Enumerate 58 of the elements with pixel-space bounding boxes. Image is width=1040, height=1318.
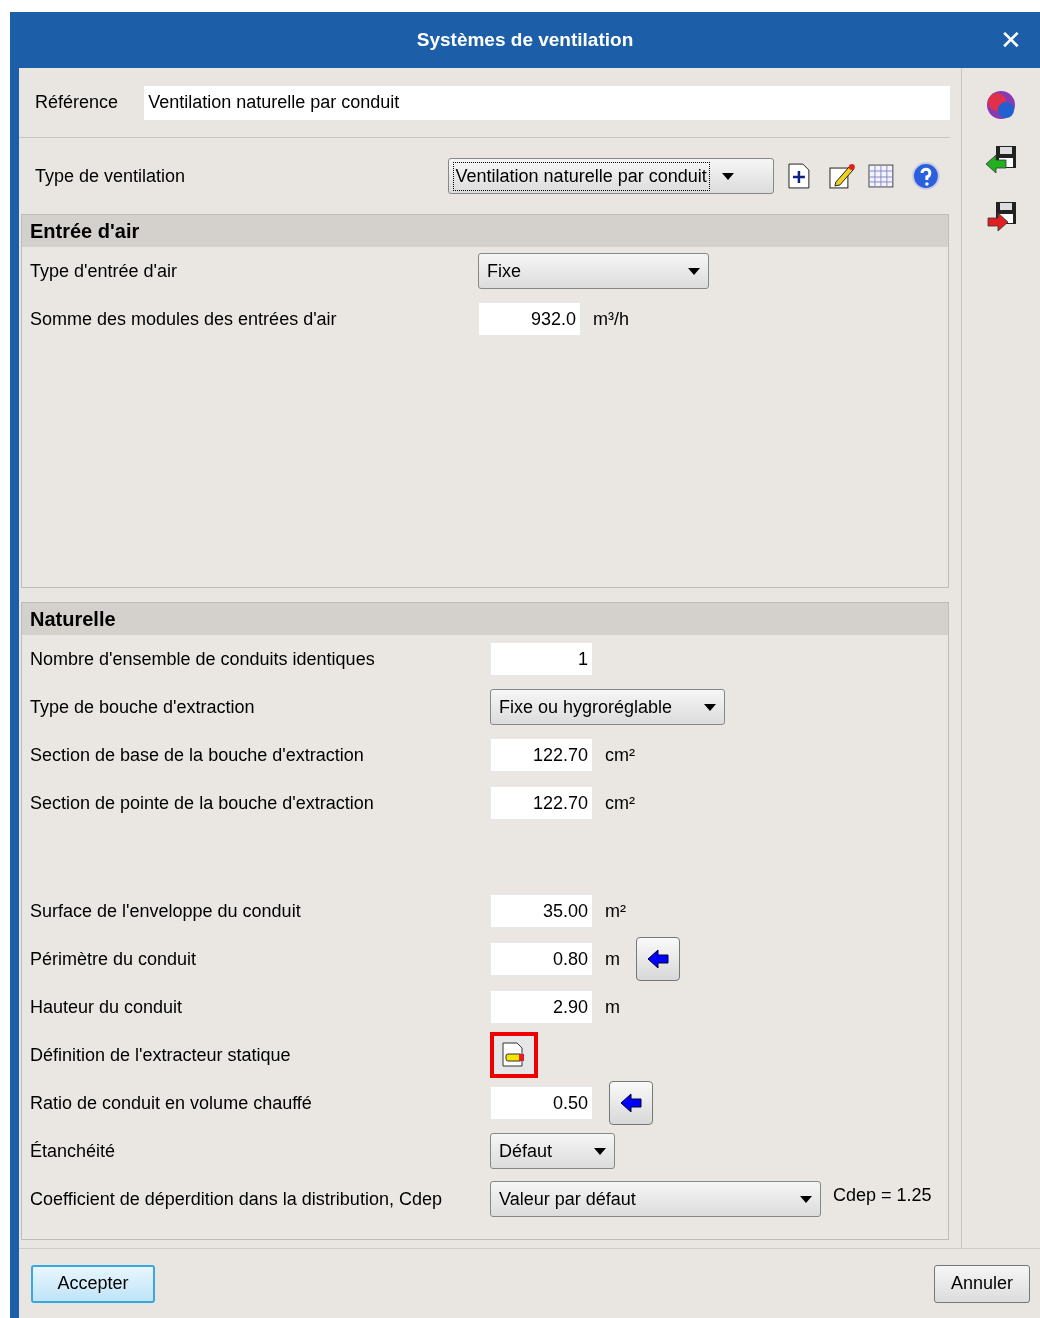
field-label: Étanchéité [30, 1139, 117, 1163]
field-label: Référence [35, 91, 120, 114]
unit-label: m [605, 947, 620, 971]
number-field[interactable]: 0.80 [490, 942, 593, 976]
field-label: Ratio de conduit en volume chauffé [30, 1091, 313, 1115]
section-header: Naturelle [22, 603, 948, 635]
caret-icon [704, 703, 716, 711]
arrow-left-icon [619, 1091, 643, 1115]
dropdown[interactable]: Ventilation naturelle par conduit [447, 158, 774, 194]
export-icon[interactable] [984, 200, 1018, 234]
number-field[interactable]: 2.90 [490, 990, 593, 1024]
unit-label: m [605, 995, 620, 1019]
arrow-button[interactable] [609, 1081, 653, 1125]
dropdown[interactable]: Valeur par défaut [490, 1181, 821, 1217]
field-label: Nombre d'ensemble de conduits identiques [30, 647, 376, 671]
table-icon[interactable] [867, 162, 896, 190]
field-label: Périmètre du conduit [30, 947, 198, 971]
unit-label: cm² [605, 743, 635, 767]
dialog-button[interactable]: Accepter [31, 1264, 155, 1303]
field-label: Section de base de la bouche d'extraction [30, 743, 365, 767]
extractor-button[interactable] [490, 1032, 538, 1078]
number-field[interactable]: 1 [490, 642, 593, 676]
dropdown[interactable]: Fixe ou hygroréglable [490, 689, 725, 725]
unit-label: m³/h [593, 307, 629, 331]
number-field[interactable]: 932.0 [478, 302, 581, 336]
help-icon[interactable] [911, 161, 941, 191]
caret-icon [688, 267, 700, 275]
field-label: Surface de l'enveloppe du conduit [30, 899, 302, 923]
field-label: Type de bouche d'extraction [30, 695, 256, 719]
field-label: Somme des modules des entrées d'air [30, 307, 338, 331]
number-field[interactable]: 122.70 [490, 738, 593, 772]
caret-icon [721, 172, 734, 180]
caret-icon [594, 1147, 606, 1155]
field-label: Type de ventilation [35, 164, 187, 188]
caret-icon [800, 1195, 812, 1203]
field-label: Définition de l'extracteur statique [30, 1043, 292, 1067]
edit-icon[interactable] [827, 162, 856, 190]
number-field[interactable]: 122.70 [490, 786, 593, 820]
number-field[interactable]: 35.00 [490, 894, 593, 928]
dropdown[interactable]: Défaut [490, 1133, 615, 1169]
dropdown[interactable]: Fixe [478, 253, 709, 289]
section-header: Entrée d'air [22, 215, 948, 247]
dialog-button[interactable]: Annuler [933, 1264, 1030, 1303]
arrow-button[interactable] [636, 937, 680, 981]
close-button[interactable]: ✕ [1000, 20, 1022, 60]
cdep-value: Cdep = 1.25 [833, 1183, 932, 1207]
unit-label: m² [605, 899, 626, 923]
color-palette-icon[interactable] [984, 88, 1018, 122]
new-document-icon[interactable] [785, 162, 812, 190]
unit-label: cm² [605, 791, 635, 815]
arrow-left-icon [646, 947, 670, 971]
field-label: Hauteur du conduit [30, 995, 184, 1019]
field-label: Type d'entrée d'air [30, 259, 178, 283]
field-label: Section de pointe de la bouche d'extraction [30, 791, 375, 815]
field-label: Coefficient de déperdition dans la distribution, Cdep [30, 1187, 443, 1211]
reference-field[interactable]: Ventilation naturelle par conduit [144, 85, 950, 120]
window-title: Systèmes de ventilation [416, 27, 634, 52]
number-field[interactable]: 0.50 [490, 1086, 593, 1120]
